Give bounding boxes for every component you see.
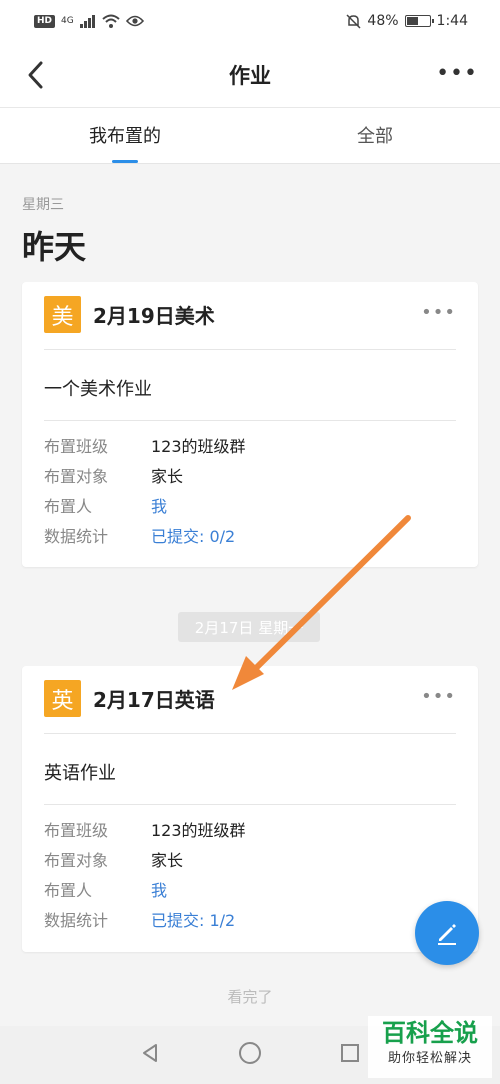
card-title: 2月19日美术 bbox=[93, 304, 215, 328]
watermark-title: 百科全说 bbox=[382, 1019, 478, 1047]
info-key: 布置人 bbox=[44, 497, 93, 516]
card-info-rows: 布置班级 123的班级群 布置对象 家长 布置人 我 数据统计 已提交: 0/2 bbox=[44, 430, 456, 550]
signal-label: 4G bbox=[61, 16, 74, 26]
end-of-list-text: 看完了 bbox=[227, 988, 273, 1006]
status-bar: HD 4G 48% 1:44 bbox=[0, 0, 500, 42]
mute-bell-icon bbox=[346, 13, 361, 29]
hd-icon: HD bbox=[34, 14, 56, 28]
subject-badge: 美 bbox=[44, 296, 81, 333]
pencil-icon bbox=[438, 924, 456, 945]
info-key: 布置人 bbox=[44, 881, 93, 900]
info-value: 家长 bbox=[151, 851, 184, 870]
info-value: 123的班级群 bbox=[151, 437, 246, 456]
info-key: 布置对象 bbox=[44, 467, 109, 486]
wifi-icon bbox=[102, 14, 120, 28]
recents-square-icon[interactable] bbox=[339, 1042, 361, 1068]
info-key: 数据统计 bbox=[44, 527, 109, 546]
tab-label: 全部 bbox=[357, 126, 393, 147]
info-row-stats: 数据统计 已提交: 1/2 bbox=[44, 904, 456, 934]
subject-badge: 英 bbox=[44, 680, 81, 717]
day-heading: 昨天 bbox=[22, 228, 87, 266]
eye-icon bbox=[125, 15, 144, 27]
info-key: 数据统计 bbox=[44, 911, 109, 930]
page-title: 作业 bbox=[229, 63, 271, 88]
info-row-class: 布置班级 123的班级群 bbox=[44, 430, 456, 460]
info-row-assigner: 布置人 我 bbox=[44, 490, 456, 520]
info-value: 家长 bbox=[151, 467, 184, 486]
assigner-link[interactable]: 我 bbox=[151, 493, 167, 517]
tab-indicator bbox=[112, 160, 138, 163]
stats-link[interactable]: 已提交: 1/2 bbox=[151, 907, 235, 931]
battery-percent: 48% bbox=[367, 13, 399, 29]
divider bbox=[44, 349, 456, 350]
tab-my-assigned[interactable]: 我布置的 bbox=[0, 108, 250, 163]
info-row-class: 布置班级 123的班级群 bbox=[44, 814, 456, 844]
top-nav-bar: 作业 ••• bbox=[0, 42, 500, 108]
signal-icon bbox=[79, 14, 95, 28]
divider bbox=[44, 420, 456, 421]
info-row-target: 布置对象 家长 bbox=[44, 460, 456, 490]
weekday-label: 星期三 bbox=[22, 197, 64, 213]
chevron-left-icon[interactable] bbox=[22, 60, 52, 90]
info-value: 123的班级群 bbox=[151, 821, 246, 840]
card-header: 美 2月19日美术 ••• bbox=[44, 296, 456, 333]
watermark-logo: 百科全说 助你轻松解决 bbox=[368, 1016, 492, 1078]
more-dots-icon[interactable]: ••• bbox=[436, 63, 478, 85]
info-key: 布置对象 bbox=[44, 851, 109, 870]
compose-button[interactable] bbox=[415, 901, 479, 965]
divider bbox=[44, 804, 456, 805]
back-triangle-icon[interactable] bbox=[139, 1042, 161, 1068]
homework-card-art[interactable]: 美 2月19日美术 ••• 一个美术作业 布置班级 123的班级群 布置对象 家长 … bbox=[22, 282, 478, 567]
card-description: 一个美术作业 bbox=[44, 379, 152, 400]
date-separator: 2月17日 星期一 bbox=[178, 612, 320, 642]
tab-bar: 我布置的 全部 bbox=[0, 108, 500, 164]
info-row-assigner: 布置人 我 bbox=[44, 874, 456, 904]
card-info-rows: 布置班级 123的班级群 布置对象 家长 布置人 我 数据统计 已提交: 1/2 bbox=[44, 814, 456, 934]
card-header: 英 2月17日英语 ••• bbox=[44, 680, 456, 717]
card-title: 2月17日英语 bbox=[93, 688, 215, 712]
divider bbox=[44, 733, 456, 734]
info-row-stats: 数据统计 已提交: 0/2 bbox=[44, 520, 456, 550]
tab-label: 我布置的 bbox=[89, 126, 161, 147]
card-description: 英语作业 bbox=[44, 763, 116, 784]
info-key: 布置班级 bbox=[44, 437, 109, 456]
homework-card-english[interactable]: 英 2月17日英语 ••• 英语作业 布置班级 123的班级群 布置对象 家长 布置… bbox=[22, 666, 478, 952]
card-more-icon[interactable]: ••• bbox=[421, 302, 456, 323]
battery-icon bbox=[404, 15, 434, 27]
home-circle-icon[interactable] bbox=[238, 1041, 262, 1069]
card-more-icon[interactable]: ••• bbox=[421, 686, 456, 707]
tab-all[interactable]: 全部 bbox=[250, 108, 500, 163]
clock: 1:44 bbox=[436, 13, 468, 29]
watermark-subtitle: 助你轻松解决 bbox=[387, 1051, 472, 1066]
assigner-link[interactable]: 我 bbox=[151, 877, 167, 901]
stats-link[interactable]: 已提交: 0/2 bbox=[151, 523, 235, 547]
info-key: 布置班级 bbox=[44, 821, 109, 840]
info-row-target: 布置对象 家长 bbox=[44, 844, 456, 874]
